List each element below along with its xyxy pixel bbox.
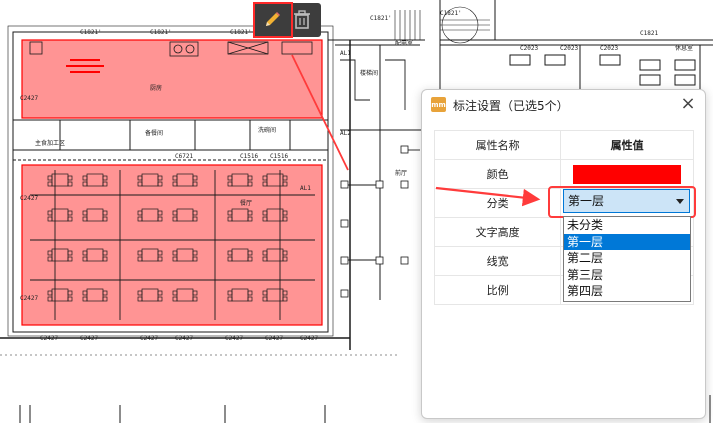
cad-room-label: 前厅 [395, 169, 407, 177]
app-icon: mm [431, 97, 446, 112]
cad-dimension-label: C2427 [20, 95, 38, 102]
cad-dimension-label: C1821' [150, 29, 172, 36]
cad-dimension-label: C1821' [230, 29, 252, 36]
cad-dimension-label: C2023 [600, 45, 618, 52]
dialog-titlebar[interactable]: mm 标注设置（已选5个） × [422, 90, 705, 120]
close-icon[interactable]: × [679, 94, 697, 114]
cad-dimension-label: C6721 [175, 153, 193, 160]
edit-button-highlight [253, 2, 293, 38]
trash-icon [294, 10, 310, 29]
cad-room-label: 主食加工区 [35, 139, 65, 147]
dropdown-option[interactable]: 未分类 [564, 217, 690, 234]
cad-dimension-label: AL1 [300, 185, 311, 192]
header-property-name: 属性名称 [433, 130, 562, 160]
cad-dimension-label: C2427 [20, 295, 38, 302]
cad-dimension-label: C2023 [520, 45, 538, 52]
cad-room-label: 配电室 [395, 39, 413, 47]
row-label: 线宽 [433, 246, 562, 276]
cad-room-label: 楼梯间 [360, 69, 378, 77]
dropdown-option-selected[interactable]: 第一层 [564, 233, 690, 250]
cad-dimension-label: C1516 [270, 153, 288, 160]
cad-dimension-label: C2427 [175, 335, 193, 342]
cad-room-label: 洗碗间 [258, 126, 276, 134]
cad-dimension-label: C2427 [225, 335, 243, 342]
cad-dimension-label: AL2 [340, 130, 351, 137]
color-swatch[interactable] [573, 164, 682, 184]
cad-dimension-label: C1821' [370, 15, 392, 22]
category-select[interactable]: 第一层 [563, 189, 690, 213]
cad-dimension-label: C1821 [640, 30, 658, 37]
cad-room-label: 备餐间 [145, 129, 163, 137]
row-color: 颜色 [433, 159, 694, 189]
cad-room-label: 休息室 [675, 44, 693, 52]
cad-dimension-label: C1516 [240, 153, 258, 160]
cad-room-label: 厨房 [150, 84, 162, 92]
cad-dimension-label: C2427 [300, 335, 318, 342]
category-dropdown-list: 未分类 第一层 第二层 第三层 第四层 [563, 216, 691, 302]
dropdown-option[interactable]: 第四层 [564, 283, 690, 300]
dialog-title: 标注设置（已选5个） [453, 99, 569, 113]
cad-dimension-label: C2427 [80, 335, 98, 342]
chevron-down-icon[interactable] [676, 199, 684, 204]
cad-dimension-label: C2427 [20, 195, 38, 202]
dropdown-option[interactable]: 第二层 [564, 250, 690, 267]
header-property-value: 属性值 [560, 130, 694, 160]
dropdown-option[interactable]: 第三层 [564, 267, 690, 284]
table-header-row: 属性名称 属性值 [433, 130, 694, 160]
app-icon-text: mm [431, 100, 446, 109]
cad-dimension-label: C2427 [140, 335, 158, 342]
cad-room-label: 餐厅 [240, 199, 252, 207]
cad-dimension-label: C1821' [80, 29, 102, 36]
cad-dimension-label: C2427 [265, 335, 283, 342]
color-value-cell[interactable] [560, 159, 694, 189]
category-select-value: 第一层 [568, 194, 605, 208]
cad-dimension-label: C2427 [40, 335, 58, 342]
cad-dimension-label: C2023 [560, 45, 578, 52]
callout-arrow [435, 186, 541, 207]
row-label: 比例 [433, 275, 562, 305]
cad-dimension-label: C1821' [440, 10, 462, 17]
row-label: 颜色 [433, 159, 562, 189]
row-label: 文字高度 [433, 217, 562, 247]
cad-dimension-label: AL1 [340, 50, 351, 57]
